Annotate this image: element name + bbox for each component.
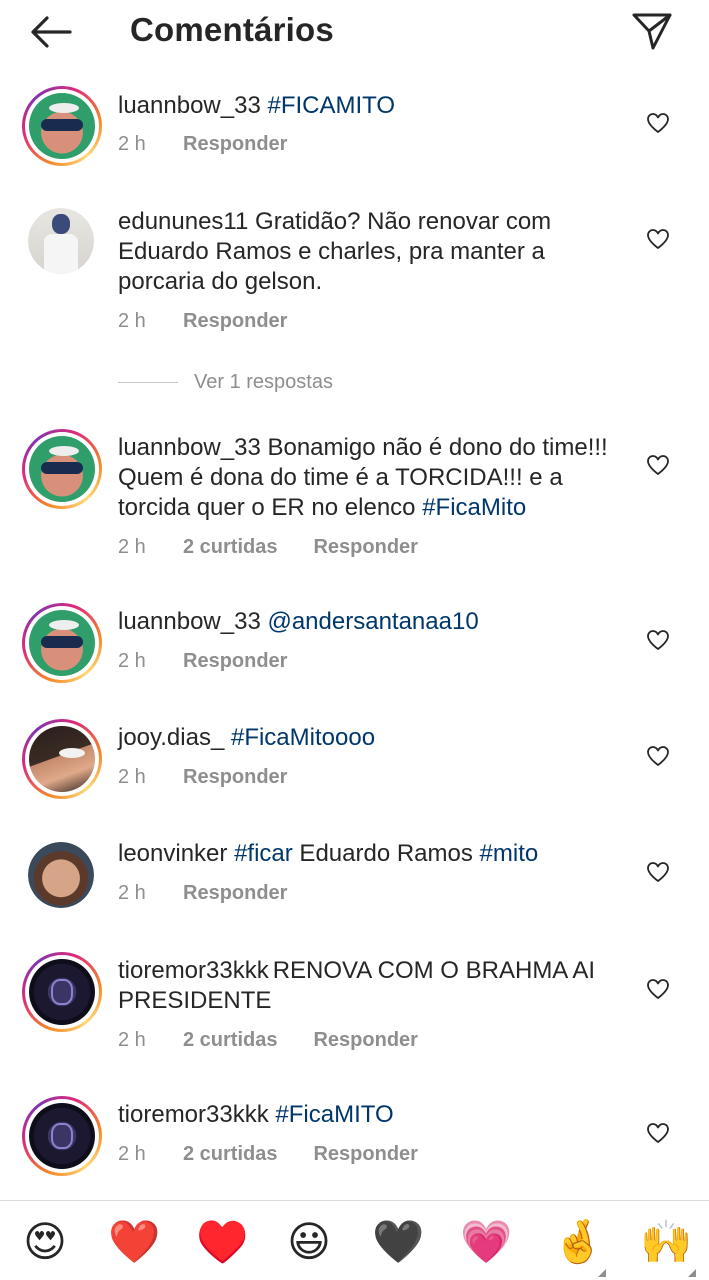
avatar[interactable] xyxy=(22,429,102,509)
comment-text: jooy.dias_ #FicaMitoooo xyxy=(118,723,623,753)
comment-time: 2 h xyxy=(118,766,146,788)
comment-time: 2 h xyxy=(118,536,146,558)
reply-button[interactable]: Responder xyxy=(183,310,287,332)
avatar[interactable] xyxy=(22,86,102,166)
like-button[interactable] xyxy=(644,109,672,137)
comment-time: 2 h xyxy=(118,1143,146,1165)
reply-button[interactable]: Responder xyxy=(183,650,287,672)
comment-username[interactable]: luannbow_33 xyxy=(118,608,261,635)
hashtag[interactable]: #FicaMitoooo xyxy=(231,724,375,751)
paper-plane-icon xyxy=(632,13,672,50)
like-button[interactable] xyxy=(644,858,672,886)
mention-link[interactable]: @andersantanaa10 xyxy=(267,608,478,635)
heart-outline-icon xyxy=(647,979,669,999)
heart-outline-icon xyxy=(647,113,669,133)
avatar[interactable] xyxy=(22,952,102,1032)
comment-meta: 2 h 2 curtidas Responder xyxy=(118,1141,418,1167)
heart-outline-icon xyxy=(647,862,669,882)
comment-text: tioremor33kkk #FicaMITO xyxy=(118,1100,623,1130)
hashtag[interactable]: #FicaMito xyxy=(422,494,526,521)
raised-hands-emoji-button[interactable]: 🙌 xyxy=(640,1217,692,1267)
top-bar: Comentários xyxy=(0,0,709,62)
red-heart-emoji-button[interactable]: ❤️ xyxy=(108,1217,160,1267)
comment-username[interactable]: luannbow_33 xyxy=(118,92,261,119)
comment-meta: 2 h Responder xyxy=(118,764,287,790)
view-replies-button[interactable]: Ver 1 respostas xyxy=(118,369,333,395)
view-replies-label: Ver 1 respostas xyxy=(194,370,333,393)
divider xyxy=(118,381,178,383)
skin-tone-indicator-icon xyxy=(598,1269,606,1277)
comment-username[interactable]: tioremor33kkk xyxy=(118,957,269,984)
growing-heart-emoji-button[interactable]: 💗 xyxy=(460,1217,512,1267)
comment-username[interactable]: luannbow_33 xyxy=(118,434,261,461)
hashtag[interactable]: #mito xyxy=(480,840,539,867)
arrow-left-icon xyxy=(31,16,72,48)
comment-username[interactable]: edununes11 xyxy=(118,208,248,235)
comment-meta: 2 h 2 curtidas Responder xyxy=(118,534,418,560)
heart-suit-emoji-button[interactable]: ♥️ xyxy=(196,1217,248,1267)
reply-button[interactable]: Responder xyxy=(313,1143,417,1165)
likes-count[interactable]: 2 curtidas xyxy=(183,1027,277,1053)
comment-time: 2 h xyxy=(118,1029,146,1051)
comment-time: 2 h xyxy=(118,310,146,332)
hashtag[interactable]: #ficar xyxy=(234,840,293,867)
reply-button[interactable]: Responder xyxy=(183,133,287,155)
comment-meta: 2 h Responder xyxy=(118,880,287,906)
like-button[interactable] xyxy=(644,1119,672,1147)
comment-meta: 2 h Responder xyxy=(118,308,287,334)
share-button[interactable] xyxy=(628,8,676,54)
comment-username[interactable]: leonvinker xyxy=(118,840,227,867)
skin-tone-indicator-icon xyxy=(688,1269,696,1277)
comment-meta: 2 h Responder xyxy=(118,131,287,157)
comment-text: luannbow_33 @andersantanaa10 xyxy=(118,607,623,637)
comment-time: 2 h xyxy=(118,650,146,672)
likes-count[interactable]: 2 curtidas xyxy=(183,1141,277,1167)
like-button[interactable] xyxy=(644,225,672,253)
comment-meta: 2 h Responder xyxy=(118,648,287,674)
smiley-emoji-button[interactable]: 😃 xyxy=(284,1217,334,1267)
comment-username[interactable]: jooy.dias_ xyxy=(118,724,224,751)
reply-button[interactable]: Responder xyxy=(183,882,287,904)
likes-count[interactable]: 2 curtidas xyxy=(183,534,277,560)
comment-time: 2 h xyxy=(118,882,146,904)
avatar[interactable] xyxy=(22,1096,102,1176)
reply-button[interactable]: Responder xyxy=(313,1029,417,1051)
comment-text: luannbow_33 Bonamigo não é dono do time!… xyxy=(118,433,623,523)
comment-text: edununes11 Gratidão? Não renovar com Edu… xyxy=(118,207,623,297)
page-title: Comentários xyxy=(130,11,334,48)
reply-button[interactable]: Responder xyxy=(183,766,287,788)
reply-button[interactable]: Responder xyxy=(313,536,417,558)
like-button[interactable] xyxy=(644,975,672,1003)
back-button[interactable] xyxy=(28,10,74,54)
like-button[interactable] xyxy=(644,626,672,654)
comment-text: tioremor33kkk RENOVA COM O BRAHMA AI PRES… xyxy=(118,956,623,1016)
emoji-quick-bar: 😍 ❤️ ♥️ 😃 🖤 💗 🤞 🙌 xyxy=(0,1200,709,1280)
avatar[interactable] xyxy=(22,603,102,683)
hashtag[interactable]: #FICAMITO xyxy=(267,92,395,119)
heart-outline-icon xyxy=(647,746,669,766)
heart-outline-icon xyxy=(647,455,669,475)
like-button[interactable] xyxy=(644,742,672,770)
heart-outline-icon xyxy=(647,630,669,650)
comment-text: luannbow_33 #FICAMITO xyxy=(118,91,623,121)
avatar[interactable] xyxy=(28,208,94,274)
avatar[interactable] xyxy=(28,842,94,908)
black-heart-emoji-button[interactable]: 🖤 xyxy=(372,1217,424,1267)
crossed-fingers-emoji-button[interactable]: 🤞 xyxy=(552,1217,604,1267)
like-button[interactable] xyxy=(644,451,672,479)
comment-text: leonvinker #ficar Eduardo Ramos #mito xyxy=(118,839,623,869)
avatar[interactable] xyxy=(22,719,102,799)
hashtag[interactable]: #FicaMITO xyxy=(275,1101,393,1128)
heart-eyes-emoji-button[interactable]: 😍 xyxy=(20,1217,70,1267)
comment-username[interactable]: tioremor33kkk xyxy=(118,1101,269,1128)
heart-outline-icon xyxy=(647,229,669,249)
heart-outline-icon xyxy=(647,1123,669,1143)
comment-meta: 2 h 2 curtidas Responder xyxy=(118,1027,418,1053)
comment-body: Eduardo Ramos xyxy=(292,840,480,867)
comment-time: 2 h xyxy=(118,133,146,155)
